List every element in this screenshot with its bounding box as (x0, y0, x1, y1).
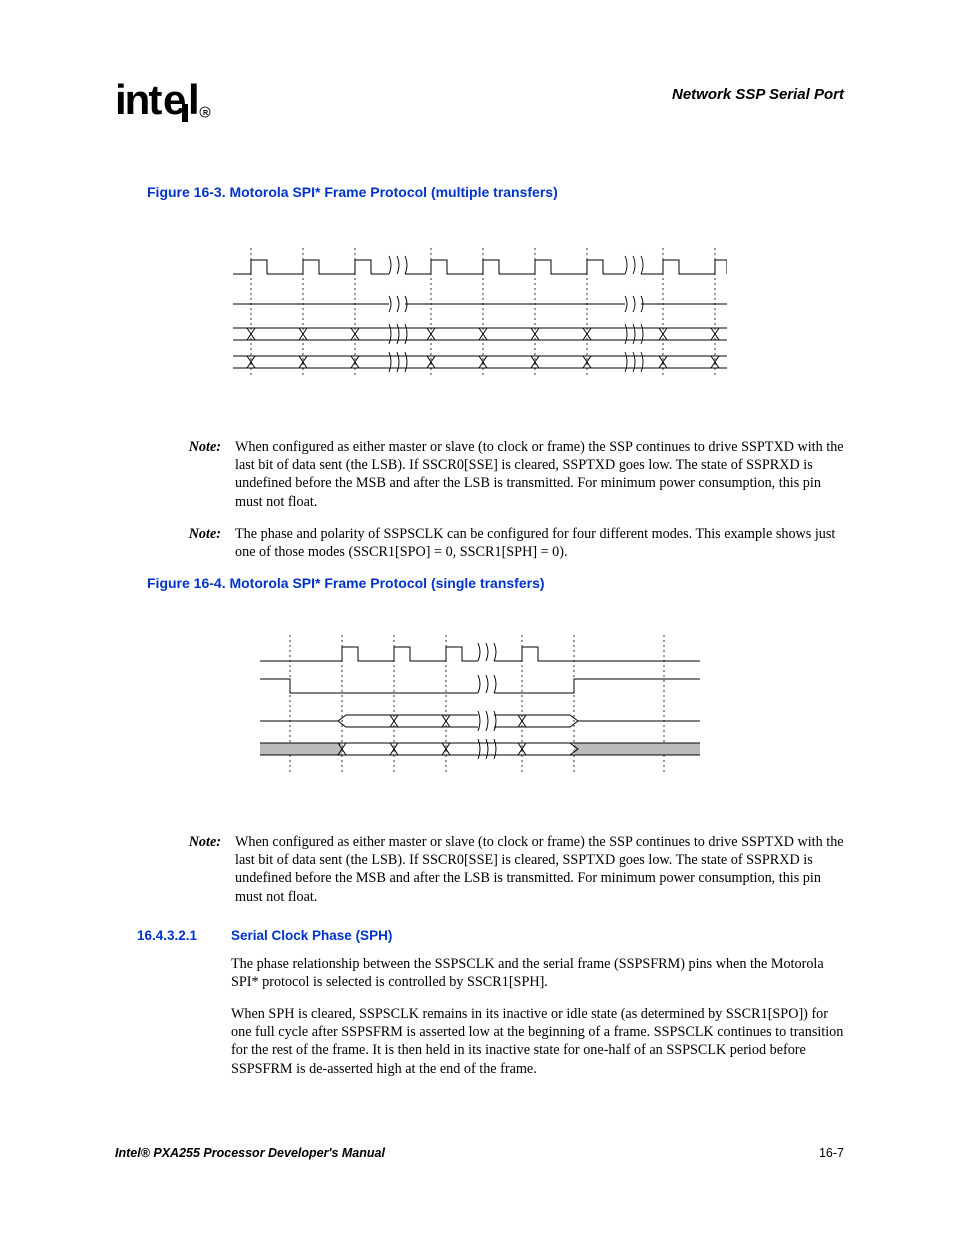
footer-page-number: 16-7 (819, 1146, 844, 1160)
note-body: When configured as either master or slav… (235, 438, 844, 511)
section-number: 16.4.3.2.1 (137, 928, 231, 943)
note-2: Note: The phase and polarity of SSPSCLK … (171, 525, 844, 561)
note-label: Note: (171, 525, 235, 561)
section-16-4-3-2-1: 16.4.3.2.1 Serial Clock Phase (SPH) (137, 928, 844, 943)
svg-text:l: l (188, 78, 199, 123)
page-footer: Intel® PXA255 Processor Developer's Manu… (115, 1146, 844, 1160)
figure-16-4-title: Figure 16-4. Motorola SPI* Frame Protoco… (147, 575, 844, 591)
intel-logo: int e l R (115, 78, 215, 126)
doc-section-title: Network SSP Serial Port (672, 86, 844, 103)
svg-text:int: int (115, 78, 162, 123)
paragraph-2: When SPH is cleared, SSPSCLK remains in … (231, 1005, 844, 1078)
footer-doc-title: Intel® PXA255 Processor Developer's Manu… (115, 1146, 385, 1160)
note-1: Note: When configured as either master o… (171, 438, 844, 511)
page-header: int e l R Network SSP Serial Port (115, 78, 844, 126)
note-body: When configured as either master or slav… (235, 833, 844, 906)
intel-logo-svg: int e l R (115, 78, 215, 126)
note-label: Note: (171, 833, 235, 906)
note-label: Note: (171, 438, 235, 511)
section-title: Serial Clock Phase (SPH) (231, 928, 844, 943)
note-body: The phase and polarity of SSPSCLK can be… (235, 525, 844, 561)
figure-16-4-diagram (115, 635, 844, 775)
svg-text:R: R (203, 110, 208, 117)
paragraph-1: The phase relationship between the SSPSC… (231, 955, 844, 991)
figure-16-3-diagram (115, 248, 844, 378)
figure-16-3-title: Figure 16-3. Motorola SPI* Frame Protoco… (147, 184, 844, 200)
note-3: Note: When configured as either master o… (171, 833, 844, 906)
